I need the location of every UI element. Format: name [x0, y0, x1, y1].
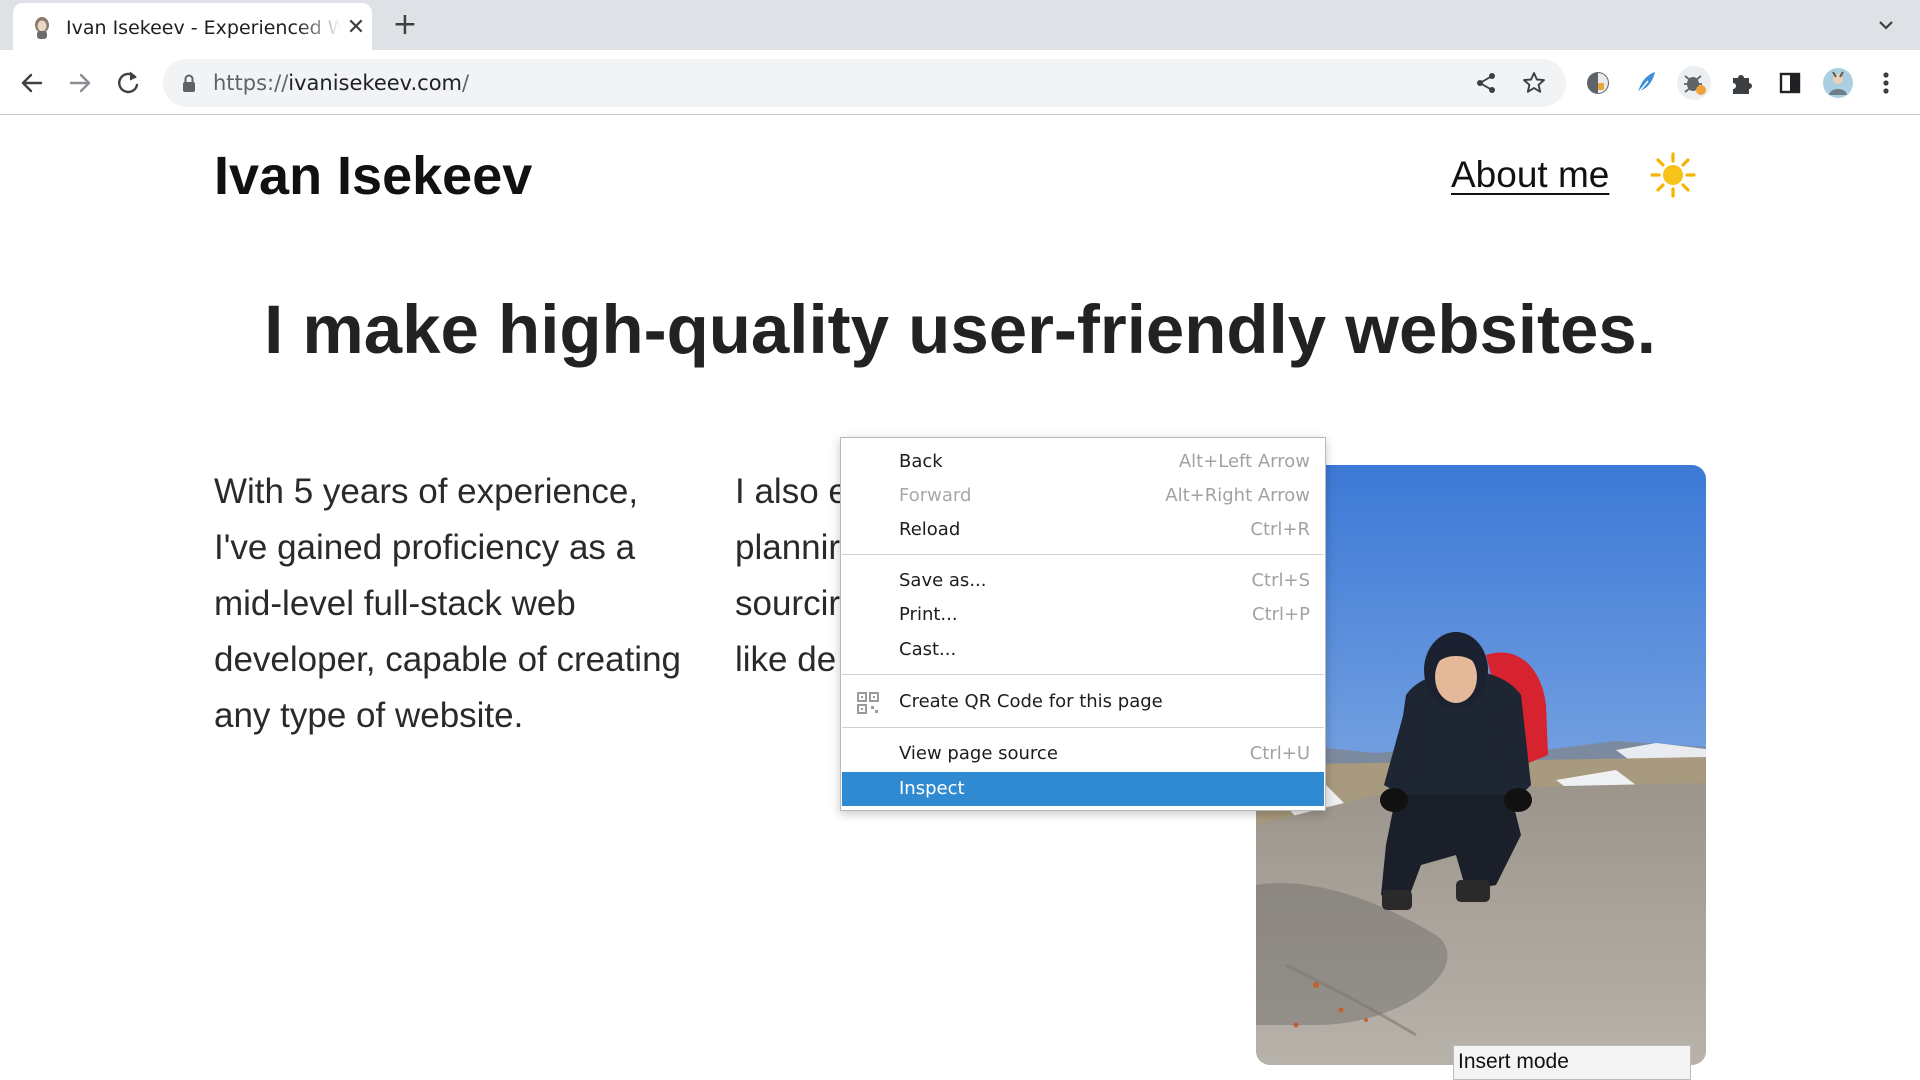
menu-separator — [842, 727, 1324, 728]
context-menu: Back Alt+Left Arrow Forward Alt+Right Ar… — [840, 437, 1326, 811]
menu-item-shortcut: Ctrl+R — [1250, 519, 1310, 540]
menu-item-label: Back — [899, 451, 943, 472]
tab-title: Ivan Isekeev - Experienced Web Developer — [66, 17, 341, 39]
extension-bug-icon[interactable] — [1674, 63, 1714, 103]
back-arrow-icon[interactable] — [12, 63, 52, 103]
insert-mode-indicator: Insert mode — [1453, 1045, 1691, 1080]
menu-item-back[interactable]: Back Alt+Left Arrow — [842, 445, 1324, 479]
profile-avatar[interactable] — [1818, 63, 1858, 103]
menu-item-reload[interactable]: Reload Ctrl+R — [842, 513, 1324, 547]
second-column-line: like de — [735, 640, 837, 679]
url-path: / — [462, 71, 470, 95]
intro-line: With 5 years of experience, — [214, 472, 639, 511]
second-column-line: I also e — [735, 472, 845, 511]
new-tab-button[interactable]: + — [390, 10, 420, 41]
url-scheme: https:// — [213, 71, 289, 95]
menu-item-shortcut: Alt+Left Arrow — [1178, 451, 1310, 472]
intro-line: I've gained proficiency as a — [214, 528, 636, 567]
tab-search-chevron-icon[interactable] — [1872, 11, 1900, 39]
url-host: ivanisekeev.com — [288, 71, 462, 95]
menu-item-label: Save as... — [899, 570, 987, 591]
forward-arrow-icon[interactable] — [60, 63, 100, 103]
browser-tab-active[interactable]: Ivan Isekeev - Experienced Web Developer… — [13, 3, 372, 50]
extension-feather-icon[interactable] — [1626, 63, 1666, 103]
menu-item-label: View page source — [899, 743, 1058, 764]
menu-item-label: Forward — [899, 485, 972, 506]
menu-item-print[interactable]: Print... Ctrl+P — [842, 598, 1324, 632]
url-text[interactable]: https://ivanisekeev.com/ — [213, 71, 469, 95]
menu-item-label: Create QR Code for this page — [899, 691, 1163, 712]
close-icon[interactable]: ✕ — [344, 16, 368, 40]
sun-icon[interactable] — [1650, 152, 1696, 198]
menu-item-label: Cast... — [899, 639, 957, 660]
extensions-puzzle-icon[interactable] — [1722, 63, 1762, 103]
menu-item-inspect[interactable]: Inspect — [842, 772, 1324, 806]
intro-line: developer, capable of creating — [214, 640, 681, 679]
menu-item-shortcut: Ctrl+S — [1251, 570, 1310, 591]
menu-item-create-qr-code[interactable]: Create QR Code for this page — [842, 685, 1324, 719]
menu-item-label: Print... — [899, 604, 958, 625]
hero-headline: I make high-quality user-friendly websit… — [264, 291, 1656, 368]
qr-code-icon — [857, 692, 879, 714]
more-menu-icon[interactable] — [1866, 63, 1906, 103]
second-column-line: plannir — [735, 528, 841, 567]
menu-item-cast[interactable]: Cast... — [842, 633, 1324, 667]
avatar-favicon — [35, 17, 49, 39]
lock-icon[interactable] — [180, 73, 198, 93]
address-bar[interactable]: https://ivanisekeev.com/ — [163, 59, 1566, 107]
side-panel-icon[interactable] — [1770, 63, 1810, 103]
bookmark-star-icon[interactable] — [1521, 70, 1547, 96]
intro-line: any type of website. — [214, 696, 524, 735]
menu-item-view-page-source[interactable]: View page source Ctrl+U — [842, 737, 1324, 771]
reload-icon[interactable] — [108, 63, 148, 103]
menu-item-shortcut: Ctrl+U — [1249, 743, 1310, 764]
menu-item-label: Inspect — [899, 778, 965, 799]
nav-about-link[interactable]: About me — [1451, 153, 1609, 197]
menu-item-save-as[interactable]: Save as... Ctrl+S — [842, 564, 1324, 598]
second-column-paragraph: I also e plannir sourcir like de — [735, 464, 845, 704]
extension-shield-icon[interactable] — [1578, 63, 1618, 103]
menu-separator — [842, 554, 1324, 555]
tab-strip: Ivan Isekeev - Experienced Web Developer… — [0, 0, 1920, 50]
intro-line: mid-level full-stack web — [214, 584, 576, 623]
menu-separator — [842, 674, 1324, 675]
menu-item-shortcut: Alt+Right Arrow — [1165, 485, 1310, 506]
browser-toolbar: https://ivanisekeev.com/ — [0, 50, 1920, 115]
second-column-line: sourcir — [735, 584, 841, 623]
site-title[interactable]: Ivan Isekeev — [214, 146, 532, 206]
share-icon[interactable] — [1473, 70, 1499, 96]
intro-paragraph: With 5 years of experience, I've gained … — [214, 464, 704, 744]
menu-item-shortcut: Ctrl+P — [1252, 604, 1310, 625]
menu-item-label: Reload — [899, 519, 961, 540]
menu-item-forward[interactable]: Forward Alt+Right Arrow — [842, 479, 1324, 513]
